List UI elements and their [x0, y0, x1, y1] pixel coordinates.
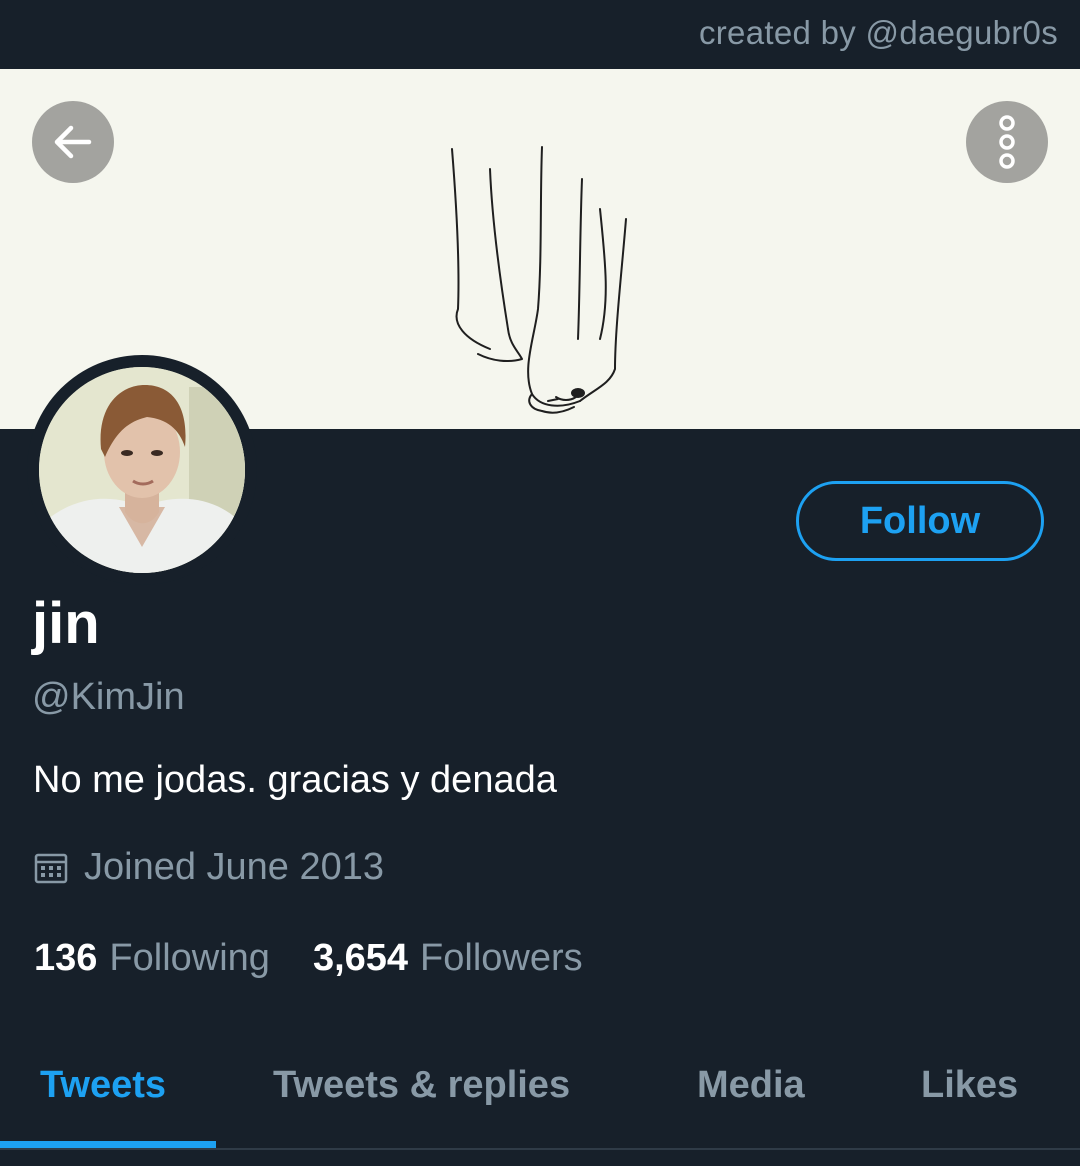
avatar-portrait — [39, 367, 245, 573]
avatar[interactable] — [27, 355, 257, 585]
following-stat[interactable]: 136 Following — [34, 937, 270, 980]
tab-tweets[interactable]: Tweets — [40, 1064, 166, 1107]
active-tab-indicator — [0, 1141, 216, 1148]
back-button[interactable] — [32, 101, 114, 183]
following-label: Following — [109, 937, 270, 979]
calendar-icon — [34, 851, 68, 885]
profile-handle: @KimJin — [32, 676, 185, 718]
profile-stats: 136 Following 3,654 Followers — [34, 937, 583, 980]
tab-likes[interactable]: Likes — [921, 1064, 1018, 1107]
vertical-ellipsis-icon — [999, 115, 1015, 169]
arrow-left-icon — [54, 125, 92, 159]
follow-button[interactable]: Follow — [796, 481, 1044, 561]
tab-media[interactable]: Media — [697, 1064, 805, 1107]
joined-date: Joined June 2013 — [34, 846, 384, 889]
tabs-divider — [0, 1148, 1080, 1150]
avatar-image — [39, 367, 245, 573]
more-options-button[interactable] — [966, 101, 1048, 183]
profile-bio: No me jodas. gracias y denada — [33, 759, 557, 801]
profile-name: jin — [32, 591, 100, 656]
followers-count: 3,654 — [312, 937, 409, 979]
credit-text: created by @daegubr0s — [698, 14, 1058, 51]
banner-feet-drawing — [451, 146, 627, 414]
following-count: 136 — [34, 937, 98, 979]
followers-label: Followers — [420, 937, 583, 979]
joined-text: Joined June 2013 — [84, 846, 385, 888]
followers-stat[interactable]: 3,654 Followers — [313, 937, 583, 980]
top-bar: created by @daegubr0s — [0, 0, 1080, 69]
tab-tweets-replies[interactable]: Tweets & replies — [273, 1064, 570, 1107]
